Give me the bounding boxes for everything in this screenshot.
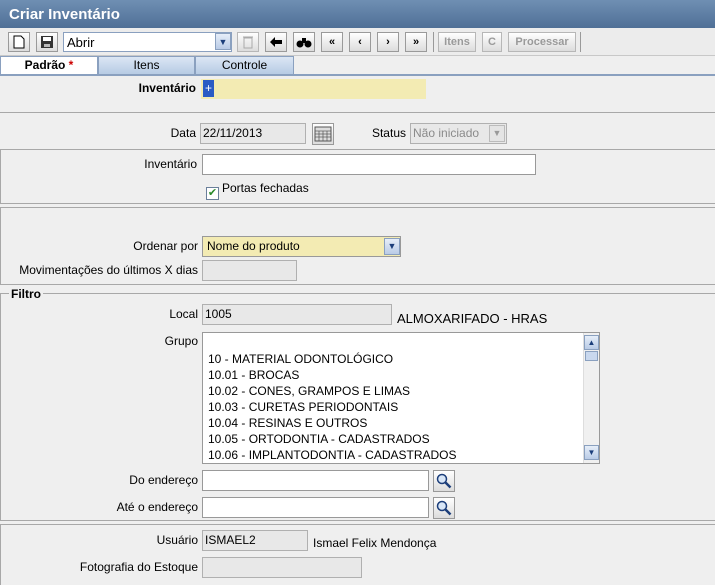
search-button[interactable]: [293, 32, 315, 52]
usuario-code-field[interactable]: ISMAEL2: [202, 530, 308, 551]
do-endereco-search-button[interactable]: [433, 470, 455, 492]
local-name: ALMOXARIFADO - HRAS: [397, 311, 548, 326]
do-endereco-label: Do endereço: [129, 473, 198, 487]
usuario-label: Usuário: [156, 533, 198, 547]
usuario-name: Ismael Felix Mendonça: [313, 536, 437, 550]
save-icon: [41, 36, 53, 48]
double-chevron-right-icon: »: [412, 36, 420, 48]
scroll-down-icon[interactable]: ▼: [584, 445, 599, 460]
ate-endereco-input[interactable]: [202, 497, 429, 518]
local-label: Local: [169, 307, 198, 321]
window-title: Criar Inventário: [0, 0, 715, 28]
double-chevron-left-icon: «: [328, 36, 336, 48]
back-button[interactable]: [265, 32, 287, 52]
inventario-label: Inventário: [144, 157, 197, 171]
fotografia-label: Fotografia do Estoque: [79, 560, 198, 574]
divider: [0, 112, 715, 113]
binoculars-icon: [296, 38, 312, 48]
list-item[interactable]: 10.04 - RESINAS E OUTROS: [208, 416, 367, 430]
list-item[interactable]: 10.02 - CONES, GRAMPOS E LIMAS: [208, 384, 410, 398]
itens-button[interactable]: Itens: [438, 32, 476, 52]
portas-fechadas-checkbox[interactable]: ✔: [206, 187, 219, 200]
tab-padrao[interactable]: Padrão *: [0, 56, 98, 74]
ate-endereco-label: Até o endereço: [116, 500, 198, 514]
list-item[interactable]: 10.05 - ORTODONTIA - CADASTRADOS: [208, 432, 430, 446]
required-mark: *: [68, 58, 74, 72]
portas-fechadas-label: Portas fechadas: [222, 181, 309, 195]
list-item[interactable]: 10.01 - BROCAS: [208, 368, 299, 382]
status-label: Status: [371, 126, 406, 140]
filtro-legend: Filtro: [9, 287, 43, 301]
checkmark-icon: ✔: [207, 187, 218, 199]
toolbar-separator: [433, 32, 434, 52]
action-select-value: Abrir: [67, 35, 95, 50]
inventario-input[interactable]: [202, 154, 536, 175]
trash-icon: [243, 36, 253, 49]
chevron-left-icon: ‹: [358, 36, 362, 48]
ordenar-por-value: Nome do produto: [207, 239, 300, 253]
list-item[interactable]: 10.06 - IMPLANTODONTIA - CADASTRADOS: [208, 448, 457, 462]
grupo-listbox[interactable]: 10 - MATERIAL ODONTOLÓGICO 10.01 - BROCA…: [202, 332, 600, 464]
calendar-button[interactable]: [312, 123, 334, 145]
magnifier-icon: [436, 500, 452, 516]
new-document-button[interactable]: [8, 32, 30, 52]
first-record-button[interactable]: «: [321, 32, 343, 52]
list-item[interactable]: 10 - MATERIAL ODONTOLÓGICO: [208, 352, 393, 366]
tab-bar: Padrão * Itens Controle: [0, 56, 715, 74]
movimentacoes-label: Movimentações do últimos X dias: [19, 263, 198, 277]
ate-endereco-search-button[interactable]: [433, 497, 455, 519]
tab-controle[interactable]: Controle: [195, 56, 294, 74]
magnifier-icon: [436, 473, 452, 489]
ordenar-por-label: Ordenar por: [133, 239, 198, 253]
previous-record-button[interactable]: ‹: [349, 32, 371, 52]
local-code-field[interactable]: 1005: [202, 304, 392, 325]
last-record-button[interactable]: »: [405, 32, 427, 52]
tab-divider: [0, 74, 715, 76]
data-label: Data: [170, 126, 196, 140]
chevron-down-icon: ▼: [384, 238, 400, 255]
do-endereco-input[interactable]: [202, 470, 429, 491]
data-field[interactable]: 22/11/2013: [200, 123, 306, 144]
arrow-left-icon: [270, 37, 282, 47]
inventario-header-value: +: [203, 80, 215, 97]
tab-label: Padrão: [24, 58, 66, 72]
chevron-right-icon: ›: [386, 36, 390, 48]
grupo-label: Grupo: [164, 334, 198, 348]
movimentacoes-input[interactable]: [202, 260, 297, 281]
save-button[interactable]: [36, 32, 58, 52]
toolbar-separator: [580, 32, 581, 52]
toolbar: Abrir ▼ « ‹ › » Itens C Processar: [0, 28, 715, 56]
calendar-icon: [314, 126, 332, 142]
delete-button[interactable]: [237, 32, 259, 52]
action-select[interactable]: Abrir ▼: [63, 32, 232, 52]
ordenar-por-select[interactable]: Nome do produto ▼: [202, 236, 401, 257]
inventario-header-field[interactable]: +: [201, 79, 426, 99]
tab-itens[interactable]: Itens: [98, 56, 195, 74]
grupo-scrollbar[interactable]: ▲ ▼: [583, 333, 599, 463]
list-item[interactable]: 10.03 - CURETAS PERIODONTAIS: [208, 400, 398, 414]
next-record-button[interactable]: ›: [377, 32, 399, 52]
new-document-icon: [13, 35, 25, 49]
scroll-up-icon[interactable]: ▲: [584, 335, 599, 350]
status-value: Não iniciado: [413, 126, 480, 140]
fotografia-field[interactable]: [202, 557, 362, 578]
scroll-thumb[interactable]: [585, 351, 598, 361]
processar-button[interactable]: Processar: [508, 32, 576, 52]
chevron-down-icon: ▼: [215, 33, 231, 50]
status-select[interactable]: Não iniciado ▼: [410, 123, 507, 144]
c-button[interactable]: C: [482, 32, 502, 52]
inventario-header-label: Inventário: [138, 81, 196, 95]
chevron-down-icon: ▼: [489, 125, 505, 142]
